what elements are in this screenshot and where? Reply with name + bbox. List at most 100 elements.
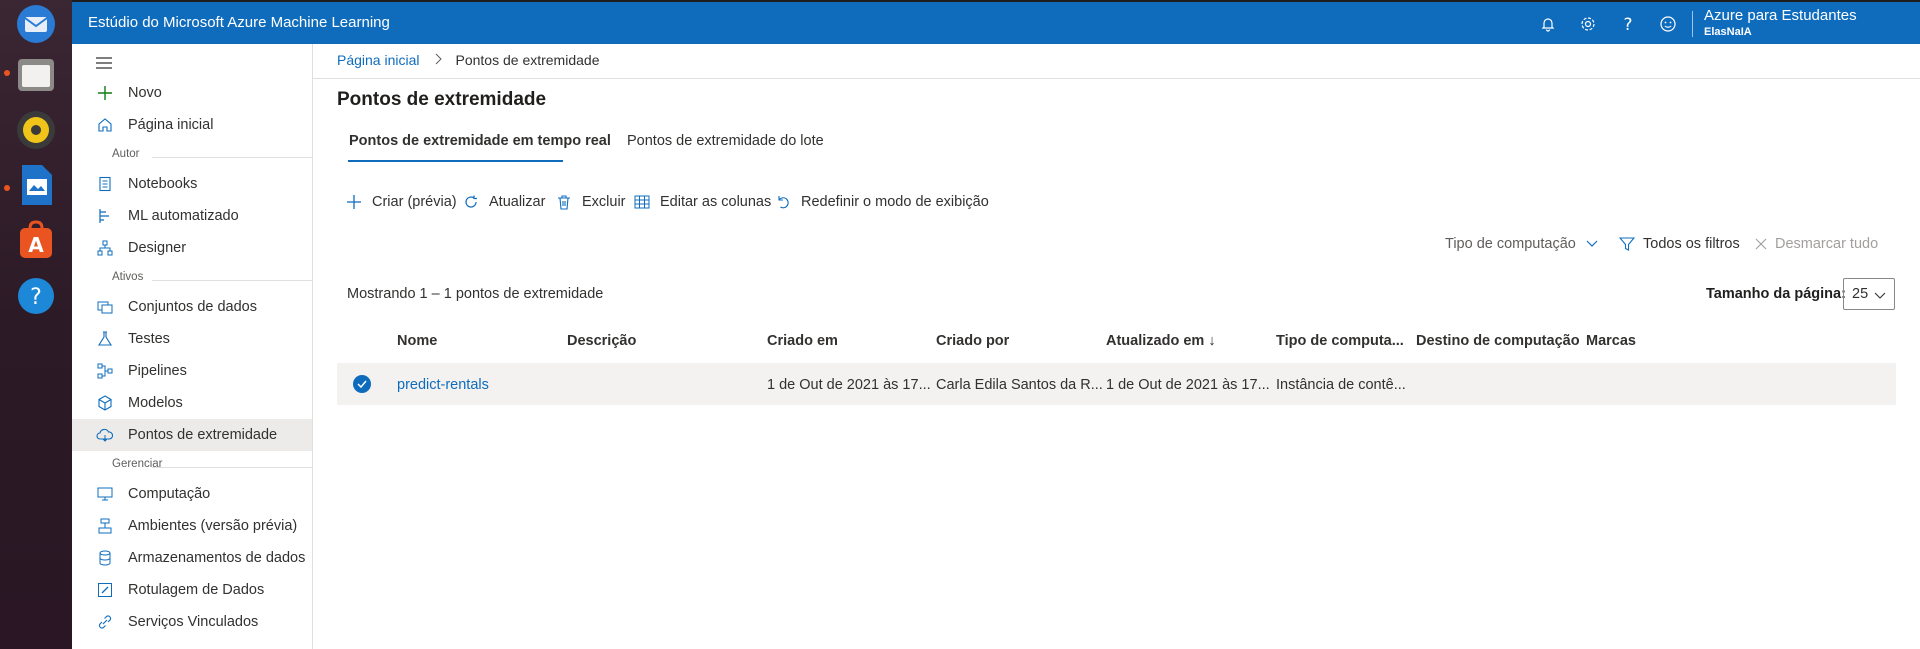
cell-created-on: 1 de Out de 2021 às 17... bbox=[767, 377, 931, 393]
reset-view-label: Redefinir o modo de exibição bbox=[801, 194, 989, 210]
nav-endpoints[interactable]: Pontos de extremidade bbox=[72, 419, 312, 451]
column-header-tags[interactable]: Marcas bbox=[1586, 333, 1636, 349]
link-icon bbox=[96, 613, 114, 631]
nav-linked-services[interactable]: Serviços Vinculados bbox=[72, 606, 312, 638]
compute-type-filter-label: Tipo de computação bbox=[1445, 236, 1576, 252]
refresh-button[interactable]: Atualizar bbox=[461, 190, 545, 214]
nav-experiments-label: Testes bbox=[128, 331, 170, 347]
trash-icon bbox=[554, 192, 574, 212]
nav-labeling-label: Rotulagem de Dados bbox=[128, 582, 265, 598]
edit-label-icon bbox=[96, 581, 114, 599]
nav-designer[interactable]: Designer bbox=[72, 232, 312, 264]
create-button[interactable]: Criar (prévia) bbox=[344, 190, 457, 214]
help-icon[interactable]: ? bbox=[12, 272, 60, 320]
clear-all-button[interactable]: Desmarcar tudo bbox=[1755, 236, 1878, 252]
column-header-compute-type[interactable]: Tipo de computa... bbox=[1276, 333, 1404, 349]
writer-icon[interactable] bbox=[12, 161, 60, 209]
edit-columns-label: Editar as colunas bbox=[660, 194, 772, 210]
results-count: Mostrando 1 – 1 pontos de extremidade bbox=[347, 286, 604, 302]
pipeline-icon bbox=[96, 362, 114, 380]
nav-environments[interactable]: Ambientes (versão prévia) bbox=[72, 510, 312, 542]
row-checkbox-checked-icon[interactable] bbox=[353, 375, 371, 393]
nav-automl-label: ML automatizado bbox=[128, 208, 239, 224]
nav-new-label: Novo bbox=[128, 85, 162, 101]
nav-notebooks[interactable]: Notebooks bbox=[72, 168, 312, 200]
refresh-icon bbox=[461, 192, 481, 212]
breadcrumb: Página inicial Pontos de extremidade bbox=[337, 52, 599, 68]
nav-home-label: Página inicial bbox=[128, 117, 214, 133]
plus-icon bbox=[344, 192, 364, 212]
notebook-icon bbox=[96, 175, 114, 193]
database-icon bbox=[96, 549, 114, 567]
column-header-updated-on[interactable]: Atualizado em ↓ bbox=[1106, 333, 1216, 349]
account-switcher[interactable]: Azure para Estudantes ElasNaIA bbox=[1704, 8, 1857, 40]
all-filters-button[interactable]: Todos os filtros bbox=[1619, 236, 1740, 252]
breadcrumb-current: Pontos de extremidade bbox=[455, 52, 600, 68]
page-size-value: 25 bbox=[1852, 286, 1869, 302]
column-header-compute-target[interactable]: Destino de computação bbox=[1416, 333, 1580, 349]
nav-models-label: Modelos bbox=[128, 395, 183, 411]
column-header-name[interactable]: Nome bbox=[397, 333, 437, 349]
files-icon[interactable] bbox=[12, 51, 60, 99]
flask-icon bbox=[96, 330, 114, 348]
app-title[interactable]: Estúdio do Microsoft Azure Machine Learn… bbox=[88, 14, 390, 31]
delete-label: Excluir bbox=[582, 194, 626, 210]
section-autor: Autor bbox=[112, 148, 140, 160]
account-name: Azure para Estudantes bbox=[1704, 7, 1857, 24]
nav-notebooks-label: Notebooks bbox=[128, 176, 198, 192]
environment-icon bbox=[96, 517, 114, 535]
edit-columns-button[interactable]: Editar as colunas bbox=[632, 190, 771, 214]
hamburger-menu-icon[interactable] bbox=[96, 56, 112, 74]
nav-experiments[interactable]: Testes bbox=[72, 323, 312, 355]
rhythmbox-icon[interactable] bbox=[12, 106, 60, 154]
nav-labeling[interactable]: Rotulagem de Dados bbox=[72, 574, 312, 606]
software-center-icon[interactable]: A bbox=[12, 216, 60, 264]
main-content: Página inicial Pontos de extremidade Pon… bbox=[313, 44, 1920, 649]
nav-home[interactable]: Página inicial bbox=[72, 109, 312, 141]
page-size-label: Tamanho da página: bbox=[1706, 286, 1846, 302]
compute-type-filter[interactable]: Tipo de computação bbox=[1445, 236, 1598, 252]
section-gerenciar: Gerenciar bbox=[112, 458, 163, 470]
close-icon bbox=[1755, 238, 1767, 250]
tab-realtime-endpoints[interactable]: Pontos de extremidade em tempo real bbox=[349, 133, 611, 149]
column-header-created-on[interactable]: Criado em bbox=[767, 333, 838, 349]
endpoint-name-link[interactable]: predict-rentals bbox=[397, 377, 489, 393]
help-question-icon[interactable]: ? bbox=[1618, 14, 1638, 34]
nav-datastores[interactable]: Armazenamentos de dados bbox=[72, 542, 312, 574]
monitor-icon bbox=[96, 485, 114, 503]
refresh-label: Atualizar bbox=[489, 194, 546, 210]
dataset-icon bbox=[96, 298, 114, 316]
bell-icon[interactable] bbox=[1538, 14, 1558, 34]
nav-new[interactable]: Novo bbox=[72, 77, 312, 109]
nav-datastores-label: Armazenamentos de dados bbox=[128, 550, 306, 566]
svg-text:?: ? bbox=[30, 285, 42, 310]
home-icon bbox=[96, 116, 114, 134]
column-header-description[interactable]: Descrição bbox=[567, 333, 636, 349]
nav-automl[interactable]: ML automatizado bbox=[72, 200, 312, 232]
nav-linked-label: Serviços Vinculados bbox=[128, 614, 259, 630]
feedback-smiley-icon[interactable] bbox=[1658, 14, 1678, 34]
running-indicator bbox=[4, 185, 10, 191]
thunderbird-icon[interactable] bbox=[12, 0, 60, 48]
nav-models[interactable]: Modelos bbox=[72, 387, 312, 419]
tab-batch-endpoints[interactable]: Pontos de extremidade do lote bbox=[627, 133, 824, 149]
endpoint-cloud-icon bbox=[96, 426, 114, 444]
active-tab-indicator bbox=[348, 160, 563, 162]
chevron-down-icon bbox=[1874, 288, 1886, 304]
delete-button[interactable]: Excluir bbox=[554, 190, 626, 214]
clear-all-label: Desmarcar tudo bbox=[1775, 236, 1879, 252]
plus-icon bbox=[96, 84, 114, 102]
nav-datasets[interactable]: Conjuntos de dados bbox=[72, 291, 312, 323]
gear-icon[interactable] bbox=[1578, 14, 1598, 34]
all-filters-label: Todos os filtros bbox=[1643, 236, 1740, 252]
svg-text:?: ? bbox=[1623, 15, 1632, 33]
nav-endpoints-label: Pontos de extremidade bbox=[128, 427, 278, 443]
reset-view-button[interactable]: Redefinir o modo de exibição bbox=[773, 190, 989, 214]
nav-compute[interactable]: Computação bbox=[72, 478, 312, 510]
nav-pipelines[interactable]: Pipelines bbox=[72, 355, 312, 387]
topbar-divider bbox=[1692, 11, 1693, 37]
page-size-dropdown[interactable]: 25 bbox=[1843, 278, 1895, 310]
column-header-created-by[interactable]: Criado por bbox=[936, 333, 1009, 349]
filter-funnel-icon bbox=[1619, 236, 1635, 252]
breadcrumb-home-link[interactable]: Página inicial bbox=[337, 52, 420, 68]
